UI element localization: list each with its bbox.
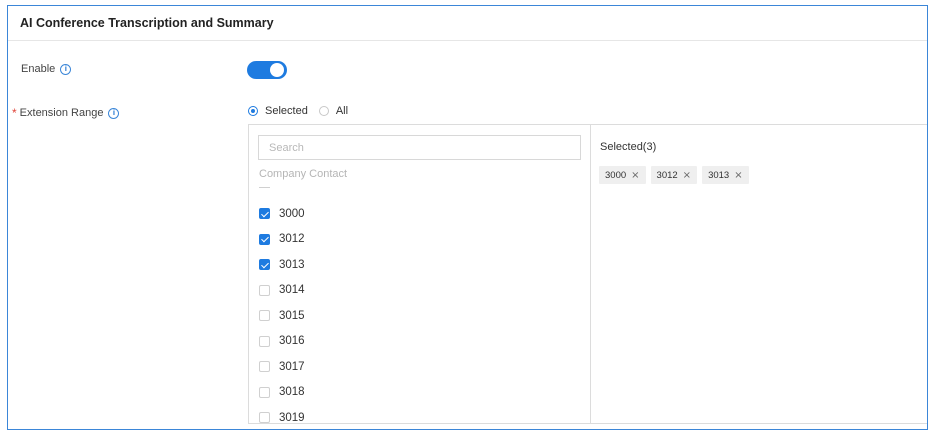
list-item[interactable]: 3016 [259,329,305,355]
list-item-label: 3017 [279,360,305,373]
radio-selected-circle[interactable] [248,106,258,116]
group-label: Company Contact [259,168,348,180]
list-item-label: 3013 [279,258,305,271]
info-icon[interactable]: i [60,63,72,75]
info-icon[interactable]: i [108,107,120,119]
search-input[interactable] [258,135,581,160]
extension-list: 3000 3012 3013 3014 3015 3016 3017 3018 3019 [259,201,305,423]
list-item-label: 3018 [279,386,305,399]
list-item-label: 3015 [279,309,305,322]
list-item[interactable]: 3015 [259,303,305,329]
radio-selected[interactable]: Selected [248,105,308,117]
selected-tag-label: 3012 [656,169,678,181]
checkbox[interactable] [259,412,270,423]
list-item[interactable]: 3000 [259,201,305,227]
enable-row-label: Enable i [21,63,72,75]
list-item[interactable]: 3012 [259,227,305,253]
checkbox[interactable] [259,208,270,220]
extension-range-row-label: * Extension Range i [12,106,120,120]
extension-transfer: Company Contact 3000 3012 3013 3014 3015 3016… [248,124,927,424]
radio-all-circle[interactable] [318,106,329,116]
radio-all-label: All [335,105,349,117]
selected-tag-label: 3000 [605,169,627,181]
extension-range-label: Extension Range [19,107,104,119]
checkbox[interactable] [259,259,270,271]
selected-tags: 3000 × 3012 × 3013 × [599,166,754,184]
radio-all[interactable]: All [318,105,349,117]
list-item-label: 3019 [279,411,305,423]
checkbox[interactable] [259,386,270,398]
list-item[interactable]: 3019 [259,405,305,423]
checkbox[interactable] [259,361,270,373]
checkbox[interactable] [259,310,270,322]
close-icon[interactable]: × [683,170,691,181]
list-item-label: 3012 [279,233,305,246]
checkbox[interactable] [259,233,270,245]
list-item-label: 3016 [279,335,305,348]
required-mark: * [12,106,17,120]
radio-selected-label: Selected [265,105,308,117]
list-item[interactable]: 3013 [259,252,305,278]
enable-label: Enable [21,63,56,75]
list-item[interactable]: 3017 [259,354,305,380]
section-header: AI Conference Transcription and Summary [8,6,927,41]
list-item[interactable]: 3018 [259,380,305,406]
enable-toggle[interactable] [247,61,287,79]
selected-tag: 3012 × [650,166,698,184]
toggle-knob [270,63,284,77]
list-item-label: 3000 [279,207,305,220]
extension-range-radio-group: Selected All [248,105,359,117]
selected-pane: Selected(3) 3000 × 3012 × 3013 × [591,125,927,423]
list-item[interactable]: 3014 [259,278,305,304]
close-icon[interactable]: × [734,170,742,181]
list-item-label: 3014 [279,284,305,297]
group-divider [259,187,270,188]
selected-count-title: Selected(3) [600,141,657,153]
selected-tag: 3013 × [702,166,749,184]
checkbox[interactable] [259,284,270,296]
section-title: AI Conference Transcription and Summary [20,16,274,30]
available-pane[interactable]: Company Contact 3000 3012 3013 3014 3015 3016… [249,125,591,423]
selected-tag-label: 3013 [708,169,730,181]
close-icon[interactable]: × [631,170,639,181]
selected-tag: 3000 × [599,166,646,184]
settings-panel: AI Conference Transcription and Summary … [7,5,928,430]
checkbox[interactable] [259,335,270,347]
